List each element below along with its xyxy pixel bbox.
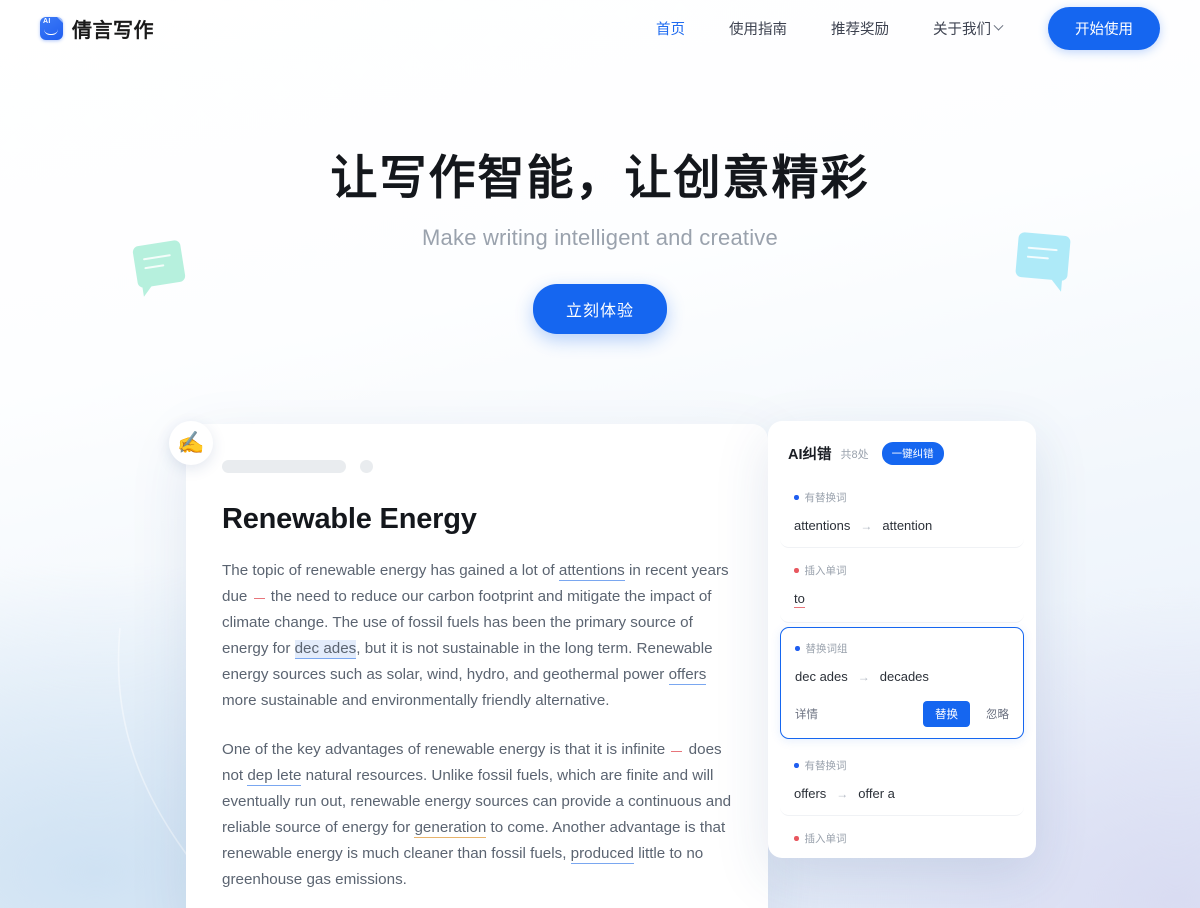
suggestion-actions: 详情 替换 忽略 [795,701,1009,727]
main-nav: 首页 使用指南 推荐奖励 关于我们 开始使用 [634,6,1160,50]
suggestion-type-label: 插入单词 [804,833,847,845]
suggestion-from: offers [794,786,827,801]
chevron-down-icon [993,20,1004,31]
para1-seg5: more sustainable and environmentally fri… [222,692,610,709]
detail-button[interactable]: 详情 [795,706,818,722]
logo-folded-corner [57,16,63,23]
try-now-button[interactable]: 立刻体验 [532,284,667,335]
ai-suggestion-card[interactable]: 插入单词 [780,818,1024,858]
error-attentions[interactable]: attentions [558,562,625,581]
ignore-button[interactable]: 忽略 [986,706,1009,722]
document-preview-card: Renewable Energy The topic of renewable … [186,424,768,908]
ai-correction-panel: AI纠错 共8处 一键纠错 有替换词 attentions → attentio… [768,421,1036,858]
logo-smile-shape [44,29,58,35]
suggestion-from: dec ades [795,669,848,684]
brand-logo[interactable]: AI 倩言写作 [40,14,154,43]
ai-panel-header: AI纠错 共8处 一键纠错 [768,421,1036,477]
error-produced[interactable]: produced [570,845,634,864]
suggestion-type-label: 有替换词 [804,492,847,504]
nav-item-guide-label: 使用指南 [729,21,787,38]
suggestion-insert-word: to [794,591,805,608]
ai-suggestion-card-active[interactable]: 替换词组 dec ades → decades 详情 替换 忽略 [780,627,1024,739]
nav-item-rewards-label: 推荐奖励 [831,21,889,38]
error-generation[interactable]: generation [414,819,487,838]
nav-item-about-label: 关于我们 [933,21,991,38]
error-dep-lete[interactable]: dep lete [247,767,302,786]
ai-suggestion-card[interactable]: 有替换词 attentions → attention [780,477,1024,548]
document-toolbar [186,424,768,473]
hero-section: 让写作智能，让创意精彩 Make writing intelligent and… [0,150,1200,335]
para2-seg1: One of the key advantages of renewable e… [222,741,670,758]
error-dec-ades[interactable]: dec ades [294,640,357,659]
ai-suggestion-card[interactable]: 有替换词 offers → offer a [780,745,1024,816]
insert-marker-icon[interactable] [671,751,683,752]
start-using-button[interactable]: 开始使用 [1048,6,1160,50]
suggestion-words: dec ades → decades [795,669,1009,684]
document-paragraph-1: The topic of renewable energy has gained… [222,558,732,714]
document-body[interactable]: The topic of renewable energy has gained… [222,558,732,908]
hero-subtitle: Make writing intelligent and creative [422,225,778,251]
replace-button[interactable]: 替换 [923,701,970,727]
suggestion-type-label: 替换词组 [805,643,848,655]
status-dot-icon [795,646,800,651]
document-title: Renewable Energy [222,503,477,535]
suggestion-type-label: 有替换词 [804,760,847,772]
arrow-right-icon: → [860,518,873,533]
ai-panel-count: 共8处 [840,448,869,461]
insert-marker-icon[interactable] [253,598,265,599]
status-dot-icon [794,836,799,841]
fix-all-button[interactable]: 一键纠错 [881,442,944,465]
suggestion-words: offers → offer a [794,786,1010,801]
error-offers[interactable]: offers [668,666,707,685]
hero-title: 让写作智能，让创意精彩 [330,151,870,204]
brand-name: 倩言写作 [72,19,154,42]
suggestion-to: attention [882,518,933,533]
nav-item-home-label: 首页 [656,21,685,38]
para1-seg1: The topic of renewable energy has gained… [222,562,559,579]
ai-suggestion-card[interactable]: 插入单词 to [780,550,1024,623]
suggestion-words: attentions → attention [794,518,1010,533]
suggestion-type: 有替换词 [794,758,1010,773]
logo-ai-text: AI [43,17,51,25]
suggestion-type: 插入单词 [794,831,1010,846]
suggestion-type-label: 插入单词 [804,565,847,577]
suggestion-type: 插入单词 [794,563,1010,578]
suggestion-to: decades [879,669,929,684]
nav-item-guide[interactable]: 使用指南 [707,12,809,45]
ai-panel-title: AI纠错 [788,447,832,463]
toolbar-placeholder-dot [360,460,373,473]
app-logo-icon: AI [40,16,63,40]
writing-hand-icon: ✍️ [169,421,213,465]
nav-item-about[interactable]: 关于我们 [911,12,1024,45]
arrow-right-icon: → [836,786,849,801]
status-dot-icon [794,568,799,573]
document-paragraph-2: One of the key advantages of renewable e… [222,737,732,893]
suggestion-to: offer a [858,786,895,801]
suggestion-type: 替换词组 [795,641,1009,656]
site-header: AI 倩言写作 首页 使用指南 推荐奖励 关于我们 开始使用 [0,0,1200,56]
nav-item-home[interactable]: 首页 [634,12,707,45]
arrow-right-icon: → [857,669,870,684]
toolbar-placeholder-bar [222,460,346,473]
status-dot-icon [794,763,799,768]
suggestion-type: 有替换词 [794,490,1010,505]
suggestion-from: attentions [794,518,851,533]
ai-suggestion-list: 有替换词 attentions → attention 插入单词 to 替换词组… [768,477,1036,858]
nav-item-rewards[interactable]: 推荐奖励 [809,12,911,45]
status-dot-icon [794,495,799,500]
